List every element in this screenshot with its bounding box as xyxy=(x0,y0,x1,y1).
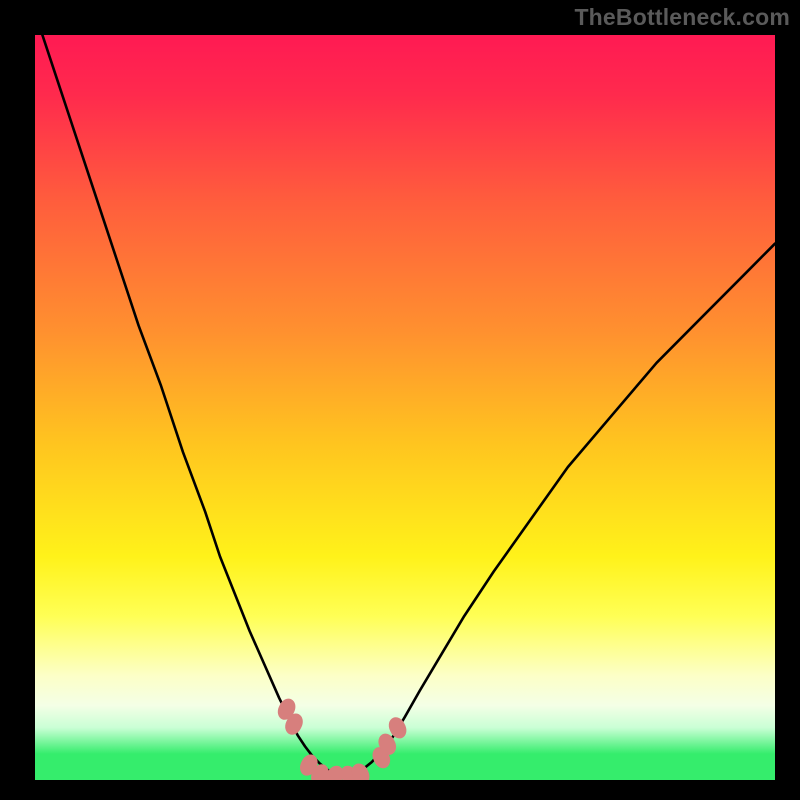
watermark-text: TheBottleneck.com xyxy=(574,4,790,31)
chart-frame: TheBottleneck.com xyxy=(0,0,800,800)
plot-area xyxy=(35,35,775,780)
bottleneck-curve-chart xyxy=(35,35,775,780)
gradient-background xyxy=(35,35,775,780)
